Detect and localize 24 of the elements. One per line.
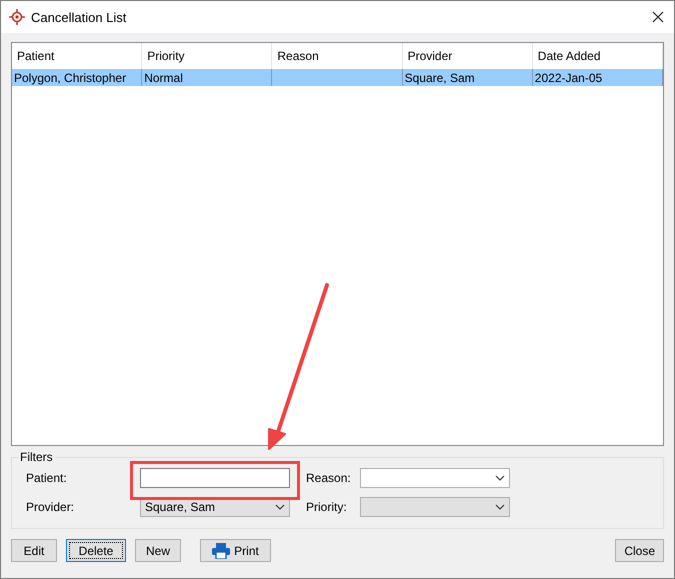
table-cell: Square, Sam — [404, 70, 475, 84]
table-row[interactable]: Polygon, Christopher Normal Square, Sam 2022-Jan-05 — [12, 69, 663, 86]
printer-icon — [212, 542, 230, 558]
dropdown[interactable] — [360, 468, 510, 488]
crosshair-icon — [9, 9, 25, 25]
button[interactable]: Delete — [66, 539, 126, 562]
table-cell: Normal — [144, 70, 183, 84]
field-label: Reason: — [306, 471, 352, 485]
field-label: Priority: — [306, 500, 348, 514]
group-title: Filters — [18, 450, 55, 464]
table-cell: Polygon, Christopher — [14, 70, 126, 84]
chevron-down-icon — [275, 504, 285, 510]
field-label: Provider: — [26, 500, 76, 514]
chevron-down-icon — [495, 504, 505, 510]
button[interactable]: New — [135, 539, 181, 562]
button[interactable]: Edit — [11, 539, 57, 562]
close-button[interactable]: Close — [615, 539, 664, 562]
close-icon[interactable] — [652, 11, 664, 23]
chevron-down-icon — [495, 475, 505, 481]
table-cell: 2022-Jan-05 — [534, 70, 602, 84]
button[interactable]: Print — [200, 539, 271, 562]
patient-field[interactable] — [140, 468, 290, 488]
field-label: Patient: — [26, 471, 68, 485]
window-title: Cancellation List — [31, 10, 128, 24]
